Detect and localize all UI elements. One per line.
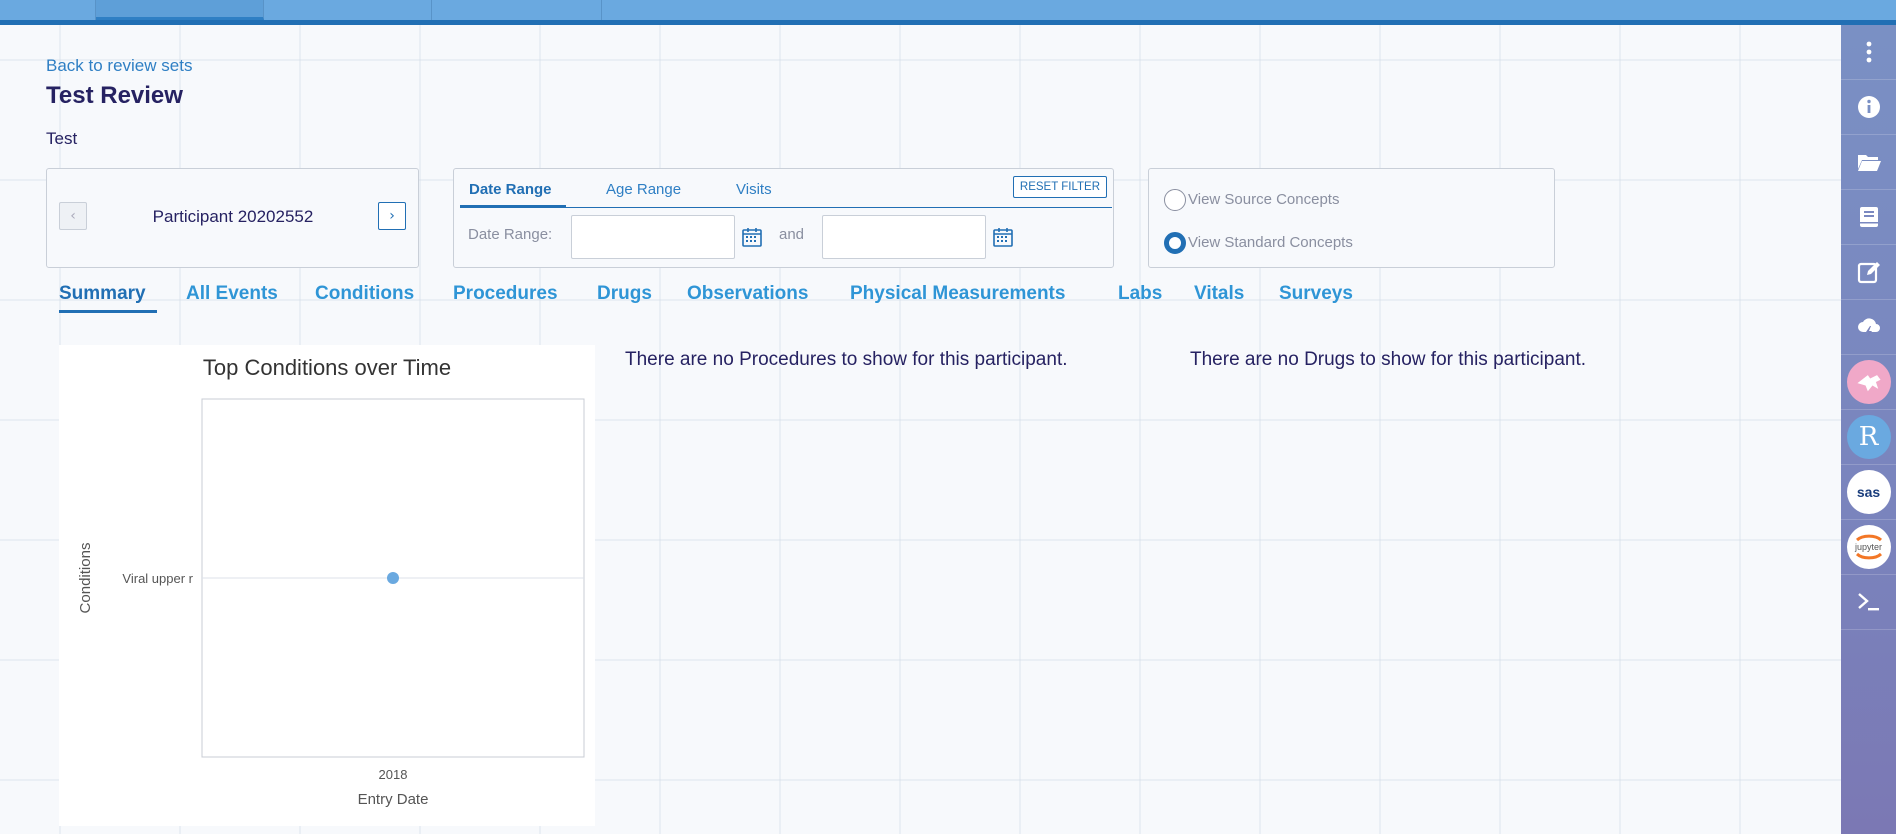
- tab-conditions[interactable]: Conditions: [315, 283, 414, 305]
- y-tick-labels: Viral upper r: [122, 571, 193, 586]
- filter-tab-underline: [460, 205, 566, 208]
- tab-drugs[interactable]: Drugs: [597, 283, 652, 305]
- x-tick-label: 2018: [379, 767, 408, 782]
- tab-visits[interactable]: Visits: [736, 181, 772, 198]
- chart-canvas: Top Conditions over Time Viral upper r 2…: [77, 355, 585, 808]
- page-description: Test: [46, 129, 78, 148]
- participant-label: Participant 20202552: [152, 207, 314, 226]
- tab-all-events[interactable]: All Events: [186, 283, 278, 305]
- tab-procedures[interactable]: Procedures: [453, 283, 558, 305]
- view-source-concepts-label[interactable]: View Source Concepts: [1188, 191, 1339, 208]
- folder-open-icon: [1857, 155, 1881, 171]
- tab-age-range[interactable]: Age Range: [606, 181, 681, 198]
- chart-title: Top Conditions over Time: [203, 355, 451, 380]
- page-title: Test Review: [46, 82, 183, 109]
- edit-icon: [1857, 262, 1880, 284]
- jupyter-app-button[interactable]: jupyter: [1841, 520, 1896, 575]
- y-axis-label: Conditions: [77, 543, 94, 614]
- tab-observations[interactable]: Observations: [687, 283, 808, 305]
- end-date-input[interactable]: [822, 215, 986, 259]
- notebook-button[interactable]: [1841, 190, 1896, 245]
- jupyter-text: jupyter: [1854, 542, 1882, 552]
- edit-annotations-button[interactable]: [1841, 245, 1896, 300]
- info-icon: [1857, 96, 1880, 118]
- rstudio-icon: R: [1846, 415, 1891, 459]
- data-folder-button[interactable]: [1841, 135, 1896, 190]
- data-point[interactable]: [387, 572, 399, 584]
- jupyter-icon: jupyter: [1846, 525, 1891, 569]
- calendar-icon[interactable]: [741, 226, 763, 248]
- view-source-concepts-radio[interactable]: [1164, 189, 1186, 211]
- more-vertical-icon: [1866, 41, 1871, 63]
- top-bar-segment[interactable]: [0, 0, 96, 20]
- filter-panel: Date Range Age Range Visits RESET FILTER…: [453, 168, 1114, 268]
- drugs-empty-message: There are no Drugs to show for this part…: [1190, 349, 1587, 370]
- more-options-button[interactable]: [1841, 25, 1896, 80]
- concept-view-panel: View Source Concepts View Standard Conce…: [1148, 168, 1555, 268]
- procedures-empty-message: There are no Procedures to show for this…: [625, 349, 1068, 370]
- top-bar-segment[interactable]: [264, 0, 432, 20]
- y-tick-label: Viral upper r: [122, 571, 193, 586]
- cloud-environment-button[interactable]: [1841, 300, 1896, 355]
- cloud-lightning-icon: [1857, 318, 1880, 338]
- rstudio-letter: R: [1858, 422, 1879, 452]
- chevron-right-icon: ›: [389, 208, 395, 224]
- right-sidebar: R sas jupyter: [1841, 25, 1896, 834]
- tab-physical-measurements[interactable]: Physical Measurements: [850, 283, 1065, 305]
- start-date-input[interactable]: [571, 215, 735, 259]
- info-button[interactable]: [1841, 80, 1896, 135]
- reset-filter-button[interactable]: RESET FILTER: [1012, 176, 1107, 198]
- back-to-review-sets-link[interactable]: Back to review sets: [46, 56, 192, 76]
- and-label: and: [779, 226, 805, 243]
- top-bar-segment[interactable]: [432, 0, 602, 20]
- top-conditions-chart: Top Conditions over Time Viral upper r 2…: [59, 345, 595, 826]
- top-bar: [0, 0, 1896, 25]
- tab-date-range[interactable]: Date Range: [469, 181, 552, 198]
- next-participant-button[interactable]: ›: [378, 202, 406, 230]
- x-tick-labels: 2018: [379, 767, 408, 782]
- active-tab-underline: [59, 310, 157, 313]
- cromwell-app-button[interactable]: [1841, 355, 1896, 410]
- sas-app-button[interactable]: sas: [1841, 465, 1896, 520]
- participant-navigator: ‹ Participant 20202552 ›: [46, 168, 419, 268]
- sas-text: sas: [1856, 484, 1881, 500]
- date-range-label: Date Range:: [468, 226, 553, 243]
- view-standard-concepts-radio[interactable]: [1164, 232, 1186, 254]
- data-points: [387, 572, 399, 584]
- rstudio-app-button[interactable]: R: [1841, 410, 1896, 465]
- x-axis-label: Entry Date: [358, 791, 429, 808]
- cromwell-icon: [1846, 360, 1891, 404]
- terminal-icon: [1857, 593, 1879, 611]
- calendar-icon[interactable]: [992, 226, 1014, 248]
- tab-summary[interactable]: Summary: [59, 283, 146, 305]
- top-bar-segment-active[interactable]: [96, 0, 264, 20]
- book-icon: [1859, 207, 1878, 227]
- terminal-button[interactable]: [1841, 575, 1896, 630]
- view-standard-concepts-label[interactable]: View Standard Concepts: [1188, 234, 1353, 251]
- tab-vitals[interactable]: Vitals: [1194, 283, 1244, 305]
- tab-surveys[interactable]: Surveys: [1279, 283, 1353, 305]
- sas-icon: sas: [1846, 470, 1891, 514]
- tab-labs[interactable]: Labs: [1118, 283, 1162, 305]
